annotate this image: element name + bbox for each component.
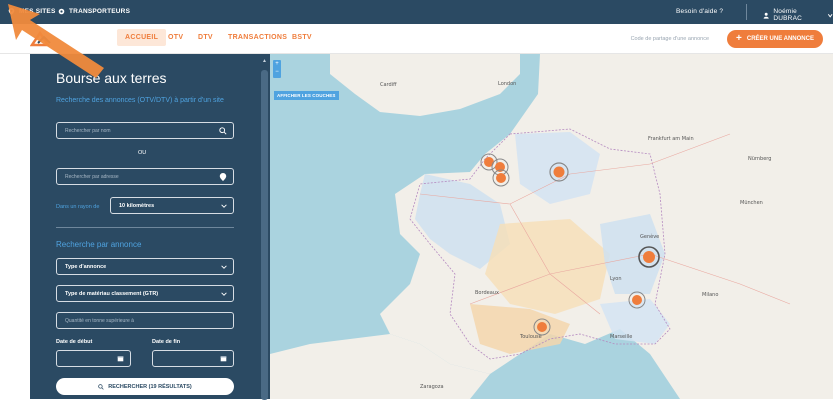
help-link[interactable]: Besoin d'aide ? bbox=[676, 8, 723, 15]
user-icon bbox=[763, 12, 769, 19]
map-markers bbox=[480, 153, 660, 336]
nav-transactions[interactable]: TRANSACTIONS bbox=[228, 34, 287, 41]
radius-select[interactable]: 10 kilomètres bbox=[110, 197, 234, 214]
nav-accueil[interactable]: ACCUEIL bbox=[117, 29, 167, 46]
zoom-control[interactable]: + − bbox=[273, 60, 281, 78]
panel-scrollbar[interactable]: ▲ bbox=[259, 54, 270, 400]
search-panel: Bourse aux terres Recherche des annonces… bbox=[30, 54, 259, 399]
map-label: Zaragoza bbox=[420, 384, 444, 390]
map-label: London bbox=[498, 81, 517, 87]
map-view[interactable]: London Bordeaux Lyon Marseille Toulouse … bbox=[270, 54, 833, 399]
chevron-down-icon bbox=[221, 265, 227, 269]
quantite-input[interactable]: Quantité en tonne supérieure à bbox=[56, 312, 234, 329]
calendar-icon bbox=[220, 356, 227, 362]
map-label: Nürnberg bbox=[748, 156, 772, 162]
user-menu[interactable]: Noémie DUBRAC bbox=[763, 8, 833, 22]
map-label: München bbox=[740, 200, 763, 206]
map-pin-icon bbox=[8, 8, 15, 15]
cluster-marker[interactable] bbox=[549, 162, 569, 182]
search-address-placeholder: Rechercher par adresse bbox=[65, 173, 119, 180]
cluster-marker[interactable] bbox=[628, 291, 646, 309]
panel-subtitle: Recherche des annonces (OTV/DTV) à parti… bbox=[56, 97, 224, 104]
search-button[interactable]: RECHERCHER (19 RÉSULTATS) bbox=[56, 378, 234, 395]
brand-logo bbox=[30, 30, 51, 47]
nav-dtv[interactable]: DTV bbox=[198, 34, 213, 41]
plus-icon: + bbox=[736, 33, 742, 44]
quantite-placeholder: Quantité en tonne supérieure à bbox=[65, 317, 134, 324]
show-layers-button[interactable]: AFFICHER LES COUCHES bbox=[274, 91, 339, 100]
date-debut-input[interactable] bbox=[56, 350, 131, 367]
main-nav: ACCUEIL OTV DTV TRANSACTIONS BSTV Code d… bbox=[0, 24, 833, 54]
create-listing-label: CRÉER UNE ANNONCE bbox=[746, 36, 814, 42]
type-materiau-label: Type de matériau classement (GTR) bbox=[65, 290, 159, 297]
mes-sites-label: MES SITES bbox=[19, 8, 56, 15]
date-fin-label: Date de fin bbox=[152, 339, 181, 345]
type-annonce-label: Type d'annonce bbox=[65, 263, 107, 270]
create-listing-button[interactable]: + CRÉER UNE ANNONCE bbox=[727, 30, 823, 48]
map-label: Lyon bbox=[610, 276, 622, 282]
calendar-icon bbox=[117, 356, 124, 362]
map-label: Frankfurt am Main bbox=[648, 136, 694, 142]
gear-icon bbox=[58, 8, 65, 15]
or-separator: OU bbox=[138, 150, 147, 156]
user-name: Noémie DUBRAC bbox=[773, 8, 803, 22]
map-label: Marseille bbox=[610, 334, 633, 340]
radius-value: 10 kilomètres bbox=[119, 202, 155, 209]
cluster-marker[interactable] bbox=[480, 153, 498, 171]
search-name-input[interactable]: Rechercher par nom bbox=[56, 122, 234, 139]
mes-sites-link[interactable]: MES SITES bbox=[8, 8, 55, 15]
map-label: Bordeaux bbox=[475, 290, 499, 296]
cluster-marker[interactable] bbox=[492, 169, 510, 187]
nav-otv[interactable]: OTV bbox=[168, 34, 183, 41]
search-button-label: RECHERCHER (19 RÉSULTATS) bbox=[108, 383, 192, 390]
search-name-placeholder: Rechercher par nom bbox=[65, 127, 111, 134]
radius-label: Dans un rayon de bbox=[56, 204, 100, 210]
cluster-marker[interactable] bbox=[491, 158, 509, 176]
scroll-up-icon[interactable]: ▲ bbox=[262, 58, 267, 64]
search-icon bbox=[219, 127, 227, 135]
scrollbar-thumb[interactable] bbox=[261, 70, 268, 400]
chevron-down-icon bbox=[221, 292, 227, 296]
search-address-input[interactable]: Rechercher par adresse bbox=[56, 168, 234, 185]
map-label: Genève bbox=[640, 234, 660, 240]
map-pin-icon bbox=[219, 173, 227, 181]
map-label: Milano bbox=[702, 292, 719, 298]
cluster-marker[interactable] bbox=[638, 246, 660, 268]
top-bar: MES SITES TRANSPORTEURS Besoin d'aide ? … bbox=[0, 0, 833, 24]
section-divider bbox=[56, 227, 234, 228]
transporteurs-link[interactable]: TRANSPORTEURS bbox=[58, 8, 130, 15]
chevron-down-icon bbox=[827, 13, 833, 18]
type-annonce-select[interactable]: Type d'annonce bbox=[56, 258, 234, 275]
date-debut-label: Date de début bbox=[56, 339, 93, 345]
nav-bstv[interactable]: BSTV bbox=[292, 34, 312, 41]
date-fin-input[interactable] bbox=[152, 350, 234, 367]
cluster-marker[interactable] bbox=[533, 318, 551, 336]
map-label: Toulouse bbox=[520, 334, 542, 340]
panel-title: Bourse aux terres bbox=[56, 70, 167, 86]
topbar-divider bbox=[746, 4, 747, 20]
help-label: Besoin d'aide ? bbox=[676, 8, 724, 15]
section-title-annonce: Recherche par annonce bbox=[56, 240, 142, 249]
map-label: Cardiff bbox=[380, 82, 397, 88]
zoom-out-button[interactable]: − bbox=[273, 68, 281, 76]
type-materiau-select[interactable]: Type de matériau classement (GTR) bbox=[56, 285, 234, 302]
chevron-down-icon bbox=[221, 204, 227, 208]
share-code-link[interactable]: Code de partage d'une annonce bbox=[631, 36, 709, 42]
search-icon bbox=[98, 383, 104, 390]
transporteurs-label: TRANSPORTEURS bbox=[69, 8, 131, 15]
zoom-in-button[interactable]: + bbox=[273, 60, 281, 68]
